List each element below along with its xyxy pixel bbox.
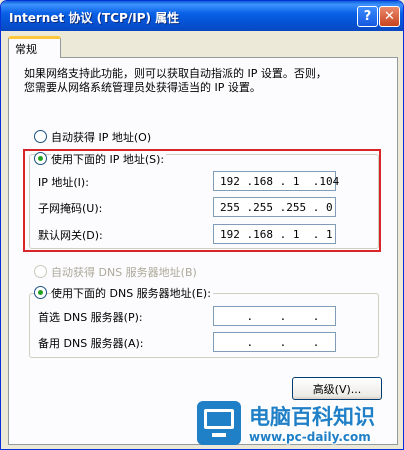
description-line-1: 如果网络支持此功能，则可以获取自动指派的 IP 设置。否则， (24, 67, 327, 80)
alternate-dns-field[interactable]: . . . (213, 332, 336, 352)
close-icon: ✕ (384, 9, 395, 24)
pc-daily-logo-icon (197, 401, 241, 445)
auto-ip-label[interactable]: 自动获得 IP 地址(O) (51, 129, 151, 145)
window-title: Internet 协议 (TCP/IP) 属性 (9, 11, 180, 25)
auto-dns-radio[interactable] (34, 265, 47, 278)
tcpip-properties-dialog: Internet 协议 (TCP/IP) 属性 ? ✕ 常规 如果网络支持此功能… (0, 0, 404, 450)
monitor-icon (204, 409, 234, 429)
description-line-2: 您需要从网络系统管理员处获得适当的 IP 设置。 (24, 81, 261, 94)
advanced-button[interactable]: 高级(V)... (292, 377, 382, 400)
highlight-box (23, 149, 381, 252)
alternate-dns-label: 备用 DNS 服务器(A): (38, 337, 144, 350)
watermark-name: 电脑百科知识 (249, 405, 375, 429)
help-icon: ? (363, 9, 372, 24)
auto-ip-radio[interactable] (34, 130, 47, 143)
watermark-url: www.pc-daily.com (249, 430, 371, 444)
tab-general-label: 常规 (15, 43, 37, 56)
manual-dns-label[interactable]: 使用下面的 DNS 服务器地址(E): (51, 285, 213, 301)
help-button[interactable]: ? (357, 6, 378, 27)
advanced-button-label: 高级(V)... (312, 382, 362, 396)
monitor-stand-icon (212, 433, 226, 437)
preferred-dns-label: 首选 DNS 服务器(P): (38, 311, 143, 324)
description-text: 如果网络支持此功能，则可以获取自动指派的 IP 设置。否则， 您需要从网络系统管… (24, 67, 327, 95)
preferred-dns-field[interactable]: . . . (213, 306, 336, 326)
tab-general[interactable]: 常规 (8, 36, 61, 58)
title-bar[interactable]: Internet 协议 (TCP/IP) 属性 ? ✕ (1, 1, 403, 31)
auto-dns-label[interactable]: 自动获得 DNS 服务器地址(B) (51, 264, 197, 280)
close-button[interactable]: ✕ (379, 6, 400, 27)
manual-dns-radio[interactable] (34, 286, 47, 299)
